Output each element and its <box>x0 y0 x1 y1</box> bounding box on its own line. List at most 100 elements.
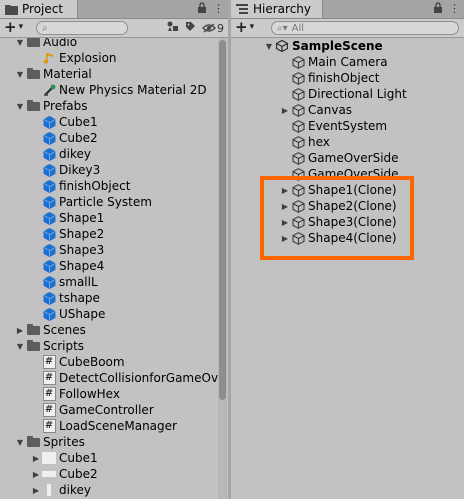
filter-by-type-icon[interactable] <box>167 21 179 35</box>
lock-icon[interactable] <box>433 2 443 16</box>
expanded-arrow-icon[interactable]: ▼ <box>14 38 26 47</box>
gameobject-icon <box>291 103 305 117</box>
collapsed-arrow-icon[interactable]: ▶ <box>30 454 42 463</box>
gameobject-icon <box>291 151 305 165</box>
hierarchy-item-main-camera[interactable]: Main Camera <box>279 54 388 70</box>
project-item-shape3[interactable]: Shape3 <box>30 242 104 258</box>
hierarchy-item-canvas[interactable]: ▶ Canvas <box>279 102 352 118</box>
gameobject-icon <box>291 55 305 69</box>
hierarchy-tab[interactable]: Hierarchy <box>231 0 323 18</box>
expanded-arrow-icon[interactable]: ▼ <box>14 342 26 351</box>
kebab-menu-icon[interactable]: ⋮ <box>449 2 460 16</box>
chevron-down-icon: ▾ <box>249 22 255 32</box>
project-item-tshape[interactable]: tshape <box>30 290 100 306</box>
project-item-cube1[interactable]: ▶ Cube1 <box>30 450 98 466</box>
project-item-dikey[interactable]: ▶ dikey <box>30 482 91 498</box>
project-item-label: Scripts <box>43 339 85 353</box>
search-icon: ⌕▾ <box>277 22 288 34</box>
project-item-shape1[interactable]: Shape1 <box>30 210 104 226</box>
project-item-followhex[interactable]: # FollowHex <box>30 386 120 402</box>
project-item-label: Audio <box>43 38 78 49</box>
project-item-explosion[interactable]: Explosion <box>30 50 117 66</box>
project-item-shape2[interactable]: Shape2 <box>30 226 104 242</box>
hierarchy-item-label: EventSystem <box>308 119 388 133</box>
expanded-arrow-icon[interactable]: ▼ <box>263 42 275 51</box>
project-item-material[interactable]: ▼ Material <box>14 66 92 82</box>
project-item-gamecontroller[interactable]: # GameController <box>30 402 154 418</box>
project-item-label: finishObject <box>59 179 131 193</box>
project-item-cube1[interactable]: Cube1 <box>30 114 98 130</box>
project-item-label: Scenes <box>43 323 86 337</box>
project-item-scripts[interactable]: ▼ Scripts <box>14 338 84 354</box>
lock-icon[interactable] <box>197 2 207 16</box>
prefab-icon <box>42 291 56 305</box>
hierarchy-item-label: finishObject <box>308 71 380 85</box>
project-item-label: Prefabs <box>43 99 88 113</box>
collapsed-arrow-icon[interactable]: ▶ <box>14 326 26 335</box>
project-item-dikey3[interactable]: Dikey3 <box>30 162 100 178</box>
hierarchy-item-label: hex <box>308 135 330 149</box>
gameobject-icon <box>291 87 305 101</box>
hierarchy-item-eventsystem[interactable]: EventSystem <box>279 118 387 134</box>
project-item-cube2[interactable]: Cube2 <box>30 130 98 146</box>
project-item-shape4[interactable]: Shape4 <box>30 258 104 274</box>
project-item-scenes[interactable]: ▶ Scenes <box>14 322 86 338</box>
prefab-icon <box>42 307 56 321</box>
hierarchy-item-hex[interactable]: hex <box>279 134 330 150</box>
project-scrollbar-thumb[interactable] <box>219 40 226 400</box>
folder-icon <box>4 2 18 16</box>
project-item-label: Explosion <box>59 51 117 65</box>
prefab-icon <box>42 163 56 177</box>
create-button[interactable]: + ▾ <box>4 20 23 35</box>
collapsed-arrow-icon[interactable]: ▶ <box>279 106 291 115</box>
prefab-icon <box>42 179 56 193</box>
hierarchy-search-input[interactable]: ⌕▾ All <box>271 21 459 35</box>
search-placeholder: All <box>291 22 305 34</box>
folder-icon <box>26 435 40 449</box>
expanded-arrow-icon[interactable]: ▼ <box>14 70 26 79</box>
hierarchy-item-directional-light[interactable]: Directional Light <box>279 86 407 102</box>
prefab-icon <box>42 195 56 209</box>
filter-by-label-icon[interactable] <box>185 21 196 35</box>
project-item-finishobject[interactable]: finishObject <box>30 178 130 194</box>
collapsed-arrow-icon[interactable]: ▶ <box>30 486 42 495</box>
project-item-label: Dikey3 <box>59 163 101 177</box>
project-item-label: Cube2 <box>59 131 98 145</box>
project-item-label: smallL <box>59 275 98 289</box>
create-button[interactable]: + ▾ <box>235 20 254 35</box>
hierarchy-item-finishobject[interactable]: finishObject <box>279 70 379 86</box>
project-scrollbar[interactable] <box>218 38 227 499</box>
expanded-arrow-icon[interactable]: ▼ <box>14 438 26 447</box>
project-item-label: Cube1 <box>59 451 98 465</box>
script-icon: # <box>42 387 56 401</box>
project-search-input[interactable]: ⌕ <box>36 21 128 35</box>
project-item-label: dikey <box>59 147 91 161</box>
project-item-audio[interactable]: ▼ Audio <box>14 38 77 50</box>
project-item-sprites[interactable]: ▼ Sprites <box>14 434 85 450</box>
project-item-prefabs[interactable]: ▼ Prefabs <box>14 98 88 114</box>
collapsed-arrow-icon[interactable]: ▶ <box>30 470 42 479</box>
expanded-arrow-icon[interactable]: ▼ <box>14 102 26 111</box>
scene-header-samplescene[interactable]: ▼ SampleScene <box>263 38 383 54</box>
project-item-loadscenemanager[interactable]: # LoadSceneManager <box>30 418 177 434</box>
project-item-label: Shape3 <box>59 243 105 257</box>
project-item-particle-system[interactable]: Particle System <box>30 194 152 210</box>
prefab-icon <box>42 115 56 129</box>
project-item-cubeboom[interactable]: # CubeBoom <box>30 354 125 370</box>
project-item-dikey[interactable]: dikey <box>30 146 91 162</box>
project-item-ushape[interactable]: UShape <box>30 306 105 322</box>
project-panel: Project ⋮ + ▾ ⌕ 9 ▼ Audio Explosion ▼ Mater <box>0 0 228 499</box>
hidden-packages-count: 9 <box>217 21 224 35</box>
hierarchy-item-gameoverside[interactable]: GameOverSide <box>279 150 399 166</box>
project-item-new-physics-material-2d[interactable]: New Physics Material 2D <box>30 82 207 98</box>
project-item-detectcollisionforgameove[interactable]: # DetectCollisionforGameOve <box>30 370 225 386</box>
sprite-icon <box>42 451 56 465</box>
project-item-cube2[interactable]: ▶ Cube2 <box>30 466 98 482</box>
project-item-label: LoadSceneManager <box>59 419 177 433</box>
hidden-packages-icon[interactable]: 9 <box>202 22 224 35</box>
prefab-icon <box>42 147 56 161</box>
folder-icon <box>26 38 40 49</box>
project-item-smalll[interactable]: smallL <box>30 274 98 290</box>
project-tab[interactable]: Project <box>0 0 78 18</box>
kebab-menu-icon[interactable]: ⋮ <box>213 2 224 16</box>
